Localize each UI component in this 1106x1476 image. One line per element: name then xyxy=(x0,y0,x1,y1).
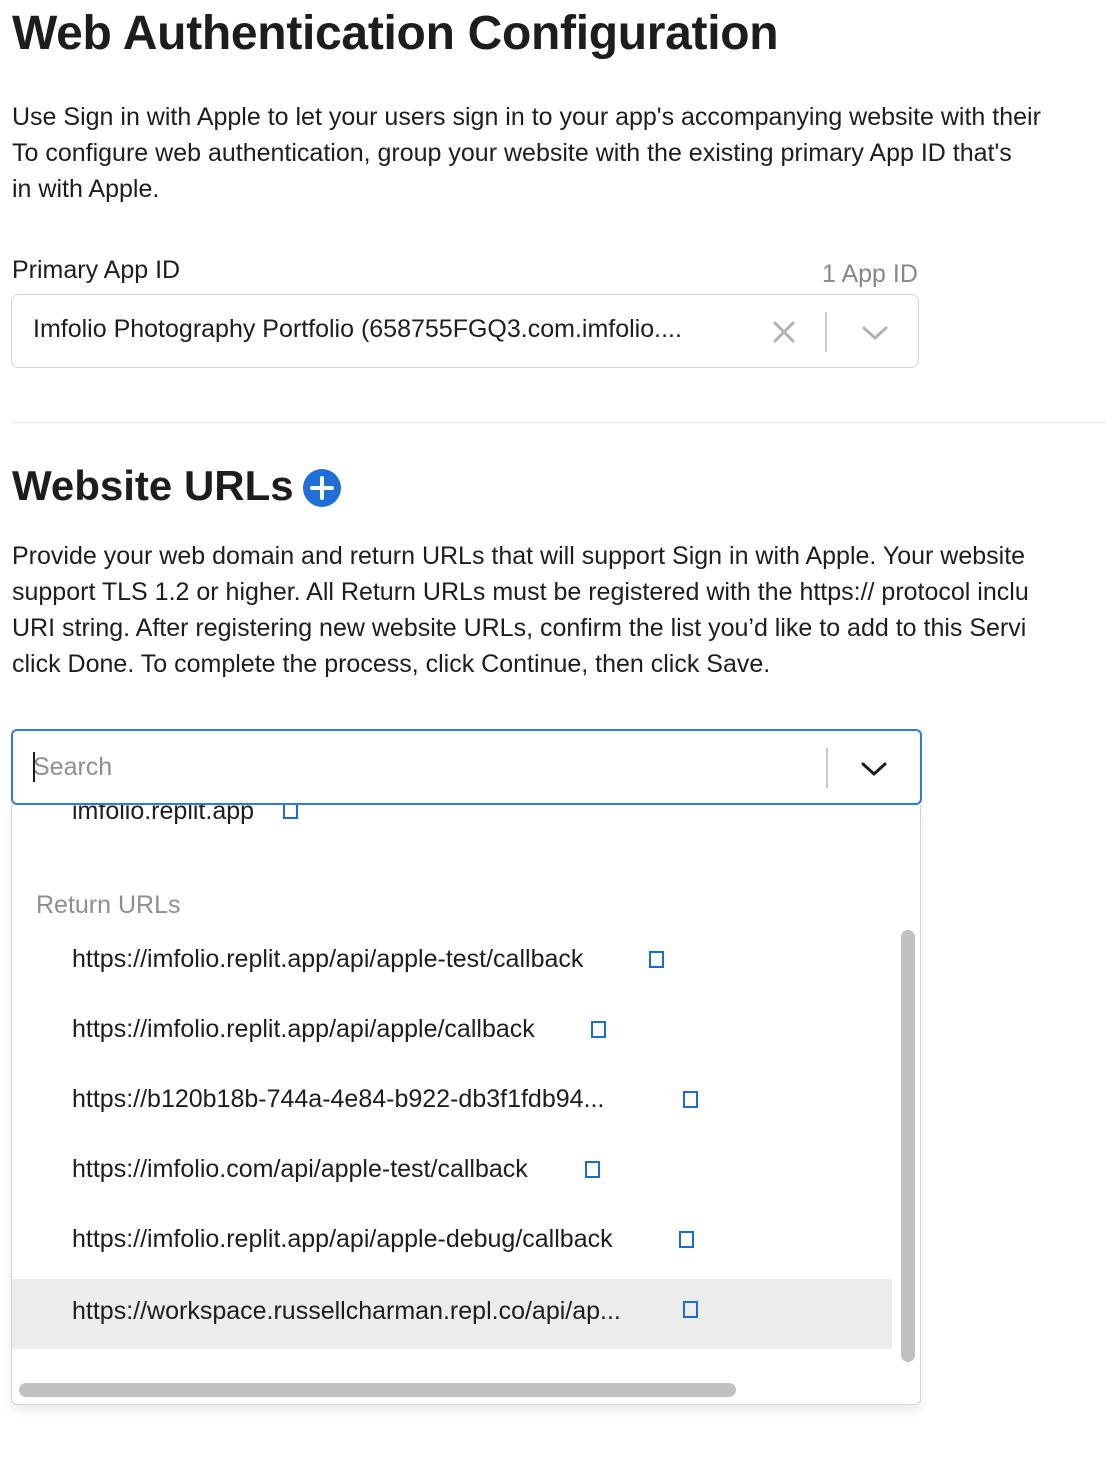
list-item-domain[interactable]: imfolio.replit.app xyxy=(12,805,892,849)
primary-app-id-label: Primary App ID xyxy=(12,256,181,284)
website-url-search-combobox[interactable] xyxy=(11,729,922,805)
app-id-count: 1 App ID xyxy=(822,260,918,288)
website-desc-line-1: Provide your web domain and return URLs … xyxy=(12,542,1026,570)
return-url-label: https://imfolio.replit.app/api/apple-deb… xyxy=(72,1225,613,1253)
return-urls-group-label: Return URLs xyxy=(36,891,181,919)
url-dropdown-viewport: imfolio.replit.app Return URLs https://i… xyxy=(12,805,892,1375)
horizontal-scrollbar[interactable] xyxy=(19,1383,736,1397)
return-url-label: https://imfolio.replit.app/api/apple/cal… xyxy=(72,1015,535,1043)
vertical-scrollbar[interactable] xyxy=(901,930,915,1362)
intro-line-3: in with Apple. xyxy=(12,175,160,203)
search-separator xyxy=(826,748,828,788)
return-url-label: https://b120b18b-744a-4e84-b922-db3f1fdb… xyxy=(72,1085,605,1113)
external-link-icon xyxy=(283,805,298,819)
close-icon[interactable] xyxy=(767,315,801,349)
external-link-icon xyxy=(585,1161,600,1178)
intro-line-1: Use Sign in with Apple to let your users… xyxy=(12,103,1041,131)
list-item-return-url[interactable]: https://b120b18b-744a-4e84-b922-db3f1fdb… xyxy=(12,1067,892,1137)
search-input[interactable] xyxy=(33,745,813,789)
chevron-down-icon[interactable] xyxy=(859,759,889,779)
website-urls-heading: Website URLs xyxy=(12,462,294,509)
list-item-return-url-highlighted[interactable]: https://workspace.russellcharman.repl.co… xyxy=(12,1279,892,1349)
external-link-icon xyxy=(683,1091,698,1108)
external-link-icon xyxy=(683,1301,698,1318)
section-divider xyxy=(11,422,1106,423)
list-item-return-url[interactable]: https://imfolio.com/api/apple-test/callb… xyxy=(12,1137,892,1207)
website-desc-line-4: click Done. To complete the process, cli… xyxy=(12,650,771,678)
url-dropdown-list[interactable]: imfolio.replit.app Return URLs https://i… xyxy=(11,805,921,1405)
return-url-label: https://imfolio.com/api/apple-test/callb… xyxy=(72,1155,528,1183)
list-item-return-url[interactable]: https://imfolio.replit.app/api/apple/cal… xyxy=(12,997,892,1067)
list-item-return-url[interactable]: https://imfolio.replit.app/api/apple-deb… xyxy=(12,1207,892,1277)
external-link-icon xyxy=(649,951,664,968)
domain-item-label: imfolio.replit.app xyxy=(72,805,255,825)
primary-app-id-select[interactable]: Imfolio Photography Portfolio (658755FGQ… xyxy=(11,294,919,368)
website-desc-line-2: support TLS 1.2 or higher. All Return UR… xyxy=(12,578,1029,606)
page-title: Web Authentication Configuration xyxy=(12,7,779,60)
text-caret xyxy=(33,752,35,782)
chevron-down-icon[interactable] xyxy=(860,323,890,343)
select-separator xyxy=(825,312,827,352)
return-url-label: https://imfolio.replit.app/api/apple-tes… xyxy=(72,945,584,973)
intro-line-2: To configure web authentication, group y… xyxy=(12,139,1012,167)
primary-app-id-value: Imfolio Photography Portfolio (658755FGQ… xyxy=(33,315,682,343)
website-desc-line-3: URI string. After registering new websit… xyxy=(12,614,1027,642)
external-link-icon xyxy=(679,1231,694,1248)
return-url-label: https://workspace.russellcharman.repl.co… xyxy=(72,1297,621,1325)
list-item-return-url[interactable]: https://imfolio.replit.app/api/apple-tes… xyxy=(12,927,892,997)
plus-circle-icon[interactable] xyxy=(302,468,342,508)
external-link-icon xyxy=(591,1021,606,1038)
